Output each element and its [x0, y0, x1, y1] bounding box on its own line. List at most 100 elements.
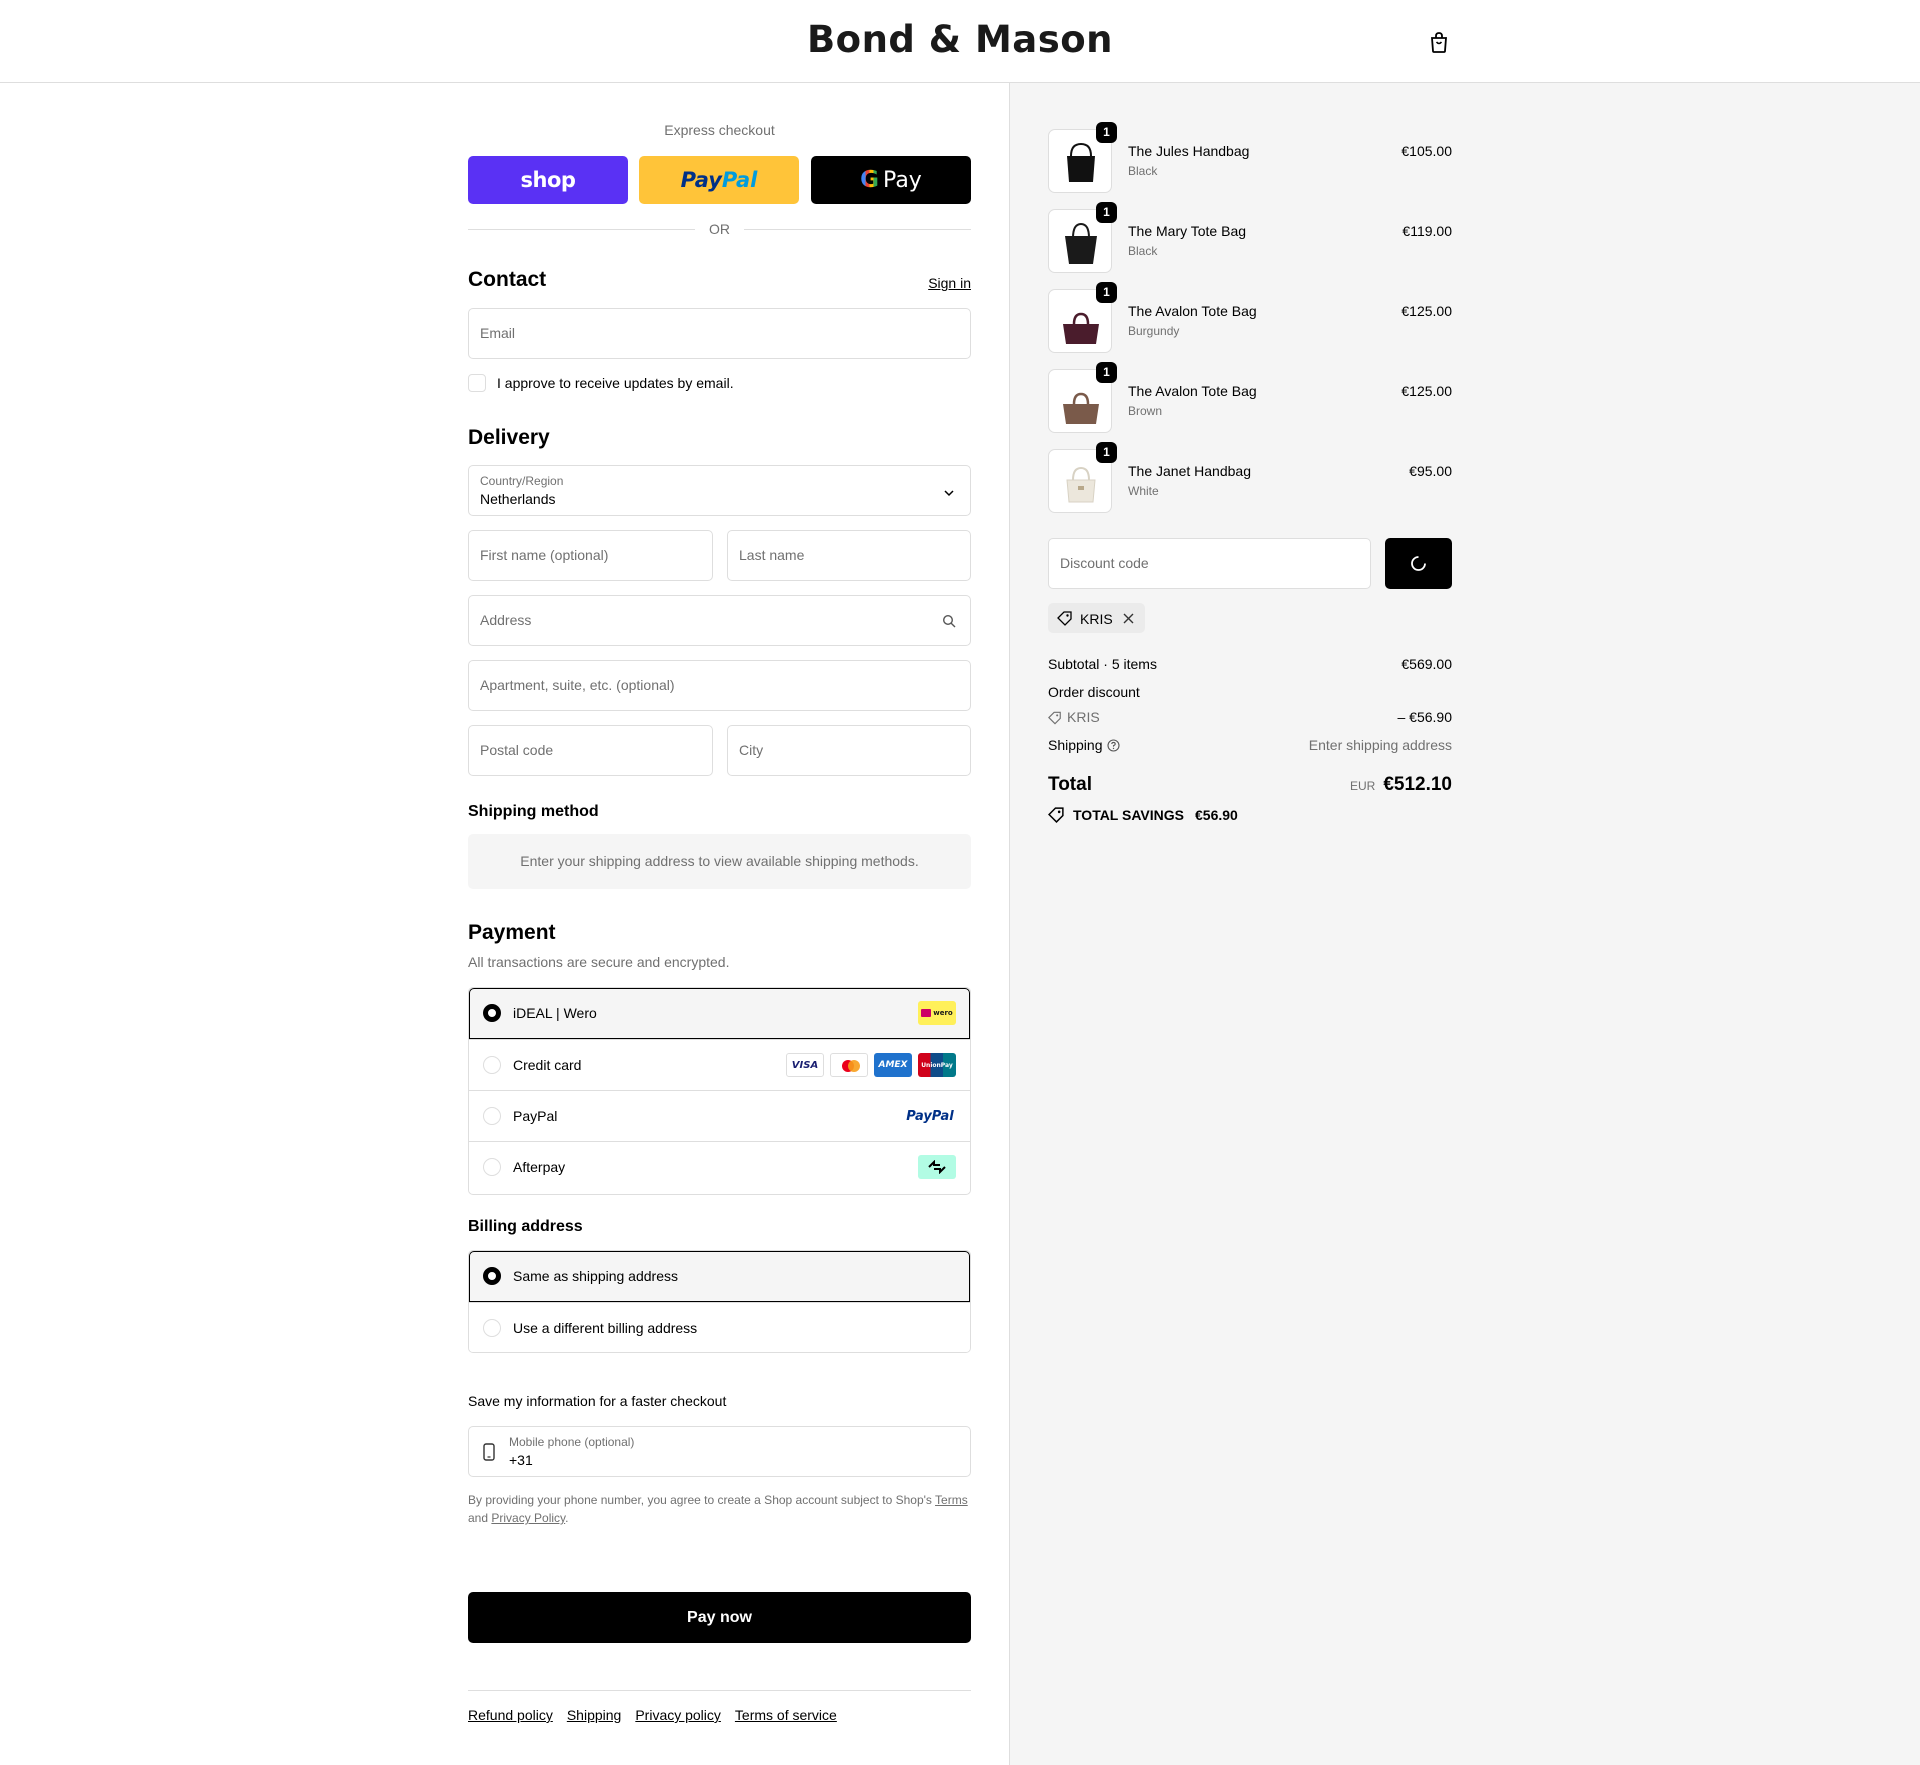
refund-policy-link[interactable]: Refund policy: [468, 1707, 553, 1723]
shipping-policy-link[interactable]: Shipping: [567, 1707, 622, 1723]
delivery-title: Delivery: [468, 426, 550, 449]
discount-code-field[interactable]: Discount code: [1048, 538, 1371, 589]
terms-of-service-link[interactable]: Terms of service: [735, 1707, 837, 1723]
discount-value: – €56.90: [1397, 709, 1453, 725]
radio-selected[interactable]: [483, 1267, 501, 1285]
total-label: Total: [1048, 774, 1092, 795]
privacy-policy-footer-link[interactable]: Privacy policy: [635, 1707, 721, 1723]
bag-icon[interactable]: [1428, 30, 1450, 54]
product-price: €125.00: [1401, 383, 1452, 399]
product-name: The Avalon Tote Bag: [1128, 303, 1257, 319]
payment-option-label: iDEAL | Wero: [513, 1005, 597, 1021]
product-price: €119.00: [1402, 223, 1452, 239]
line-item: 1 The Mary Tote Bag Black €119.00: [1048, 202, 1452, 273]
phone-icon: [483, 1443, 495, 1461]
or-divider: OR: [468, 221, 971, 237]
email-field[interactable]: Email: [468, 308, 971, 359]
line-item: 1 The Avalon Tote Bag Burgundy €125.00: [1048, 282, 1452, 353]
paypal-express-button[interactable]: Pay Pal: [639, 156, 799, 204]
tag-icon: [1057, 611, 1072, 626]
payment-option-afterpay[interactable]: Afterpay: [469, 1141, 970, 1192]
product-name: The Avalon Tote Bag: [1128, 383, 1257, 399]
payment-option-paypal[interactable]: PayPal PayPal: [469, 1090, 970, 1141]
header: Bond & Mason: [0, 0, 1920, 83]
paypal-badge: PayPal: [906, 1108, 954, 1124]
product-variant: White: [1128, 484, 1159, 498]
apply-discount-button[interactable]: [1385, 538, 1452, 589]
line-item: 1 The Jules Handbag Black €105.00: [1048, 122, 1452, 193]
total-savings-label: TOTAL SAVINGS: [1073, 807, 1184, 823]
total-amount: EUR €512.10: [1350, 774, 1452, 796]
help-circle-icon[interactable]: [1107, 739, 1120, 752]
address-field[interactable]: Address: [468, 595, 971, 646]
total-savings-value: €56.90: [1195, 807, 1238, 823]
first-name-field[interactable]: First name (optional): [468, 530, 713, 581]
shipping-method-notice: Enter your shipping address to view avai…: [468, 834, 971, 889]
billing-option-different[interactable]: Use a different billing address: [469, 1302, 970, 1352]
email-placeholder: Email: [480, 325, 516, 341]
shop-pay-button[interactable]: shop: [468, 156, 628, 204]
discount-code-placeholder: Discount code: [1060, 555, 1149, 571]
country-select[interactable]: Country/Region Netherlands: [468, 465, 971, 516]
country-value: Netherlands: [480, 491, 556, 507]
last-name-field[interactable]: Last name: [727, 530, 971, 581]
billing-address-title: Billing address: [468, 1218, 583, 1235]
phone-legal-text: By providing your phone number, you agre…: [468, 1491, 971, 1527]
radio-unselected[interactable]: [483, 1158, 501, 1176]
payment-option-label: Credit card: [513, 1057, 582, 1073]
city-field[interactable]: City: [727, 725, 971, 776]
apartment-field[interactable]: Apartment, suite, etc. (optional): [468, 660, 971, 711]
footer-divider: [468, 1690, 971, 1691]
close-icon[interactable]: [1123, 613, 1134, 624]
visa-badge: VISA: [786, 1053, 824, 1077]
order-discount-label: Order discount: [1048, 684, 1140, 700]
quantity-badge: 1: [1096, 442, 1117, 463]
payment-option-ideal[interactable]: iDEAL | Wero wero: [469, 988, 970, 1039]
last-name-placeholder: Last name: [739, 547, 805, 563]
sign-in-link[interactable]: Sign in: [928, 275, 971, 291]
amex-badge: AMEX: [874, 1053, 912, 1077]
paypal-logo-part2: Pal: [721, 168, 758, 192]
billing-options: Same as shipping address Use a different…: [468, 1250, 971, 1353]
mobile-phone-field[interactable]: Mobile phone (optional) +31: [468, 1426, 971, 1477]
apartment-placeholder: Apartment, suite, etc. (optional): [480, 677, 675, 693]
terms-link[interactable]: Terms: [935, 1493, 968, 1507]
applied-code: KRIS: [1080, 611, 1113, 627]
postal-code-field[interactable]: Postal code: [468, 725, 713, 776]
product-name: The Mary Tote Bag: [1128, 223, 1247, 239]
ideal-icon: [921, 1009, 932, 1017]
email-marketing-checkbox[interactable]: [468, 374, 486, 392]
google-pay-button[interactable]: G Pay: [811, 156, 971, 204]
loading-spinner-icon: [1411, 556, 1426, 571]
phone-value: +31: [509, 1452, 533, 1468]
city-placeholder: City: [739, 742, 764, 758]
payment-option-credit-card[interactable]: Credit card VISA AMEX UnionPay: [469, 1039, 970, 1090]
line-item: 1 The Avalon Tote Bag Brown €125.00: [1048, 362, 1452, 433]
billing-option-same[interactable]: Same as shipping address: [469, 1251, 970, 1302]
billing-option-label: Use a different billing address: [513, 1320, 698, 1336]
quantity-badge: 1: [1096, 282, 1117, 303]
payment-title: Payment: [468, 921, 556, 944]
radio-unselected[interactable]: [483, 1319, 501, 1337]
pay-now-button[interactable]: Pay now: [468, 1592, 971, 1643]
radio-selected[interactable]: [483, 1004, 501, 1022]
product-price: €95.00: [1409, 463, 1452, 479]
email-marketing-label: I approve to receive updates by email.: [497, 375, 734, 391]
store-logo[interactable]: Bond & Mason: [0, 18, 1920, 61]
shop-pay-logo: shop: [520, 168, 576, 192]
footer-links: Refund policy Shipping Privacy policy Te…: [468, 1707, 837, 1723]
radio-unselected[interactable]: [483, 1056, 501, 1074]
product-variant: Burgundy: [1128, 324, 1180, 338]
contact-title: Contact: [468, 268, 547, 291]
payment-subtitle: All transactions are secure and encrypte…: [468, 954, 730, 970]
quantity-badge: 1: [1096, 362, 1117, 383]
quantity-badge: 1: [1096, 122, 1117, 143]
subtotal-value: €569.00: [1401, 656, 1452, 672]
radio-unselected[interactable]: [483, 1107, 501, 1125]
postal-code-placeholder: Postal code: [480, 742, 554, 758]
afterpay-icon: [918, 1155, 956, 1179]
product-price: €105.00: [1401, 143, 1452, 159]
country-label: Country/Region: [480, 474, 564, 488]
product-name: The Janet Handbag: [1128, 463, 1251, 479]
privacy-policy-link[interactable]: Privacy Policy: [491, 1511, 565, 1525]
